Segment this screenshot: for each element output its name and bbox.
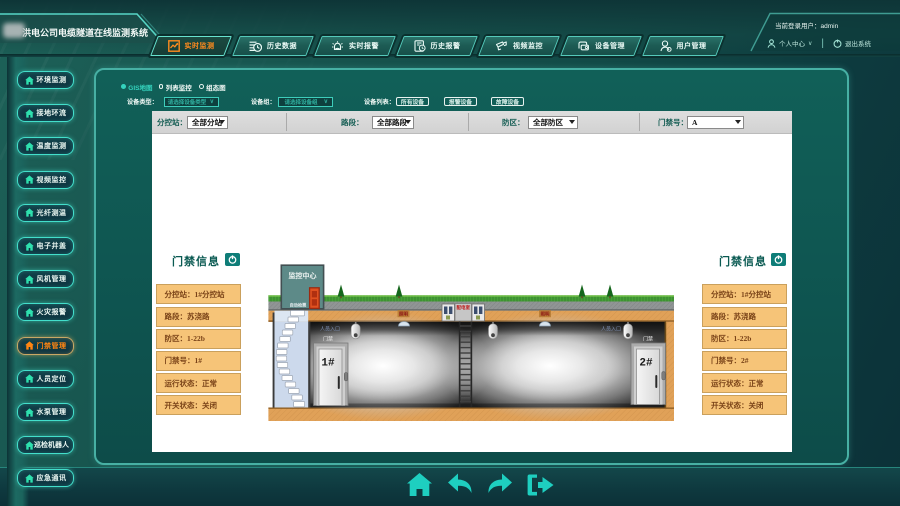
svg-text:人员入口: 人员入口 bbox=[320, 327, 340, 333]
svg-text:自动检票: 自动检票 bbox=[290, 302, 308, 309]
svg-text:监控中心: 监控中心 bbox=[289, 271, 317, 280]
svg-text:门禁: 门禁 bbox=[323, 336, 333, 343]
svg-text:照明: 照明 bbox=[399, 310, 408, 317]
svg-text:配电室: 配电室 bbox=[457, 304, 471, 311]
svg-text:2#: 2# bbox=[639, 358, 653, 370]
svg-text:1#: 1# bbox=[321, 358, 335, 370]
svg-text:人员入口: 人员入口 bbox=[601, 327, 621, 333]
svg-text:门禁: 门禁 bbox=[643, 336, 653, 343]
svg-text:照明: 照明 bbox=[541, 310, 550, 317]
